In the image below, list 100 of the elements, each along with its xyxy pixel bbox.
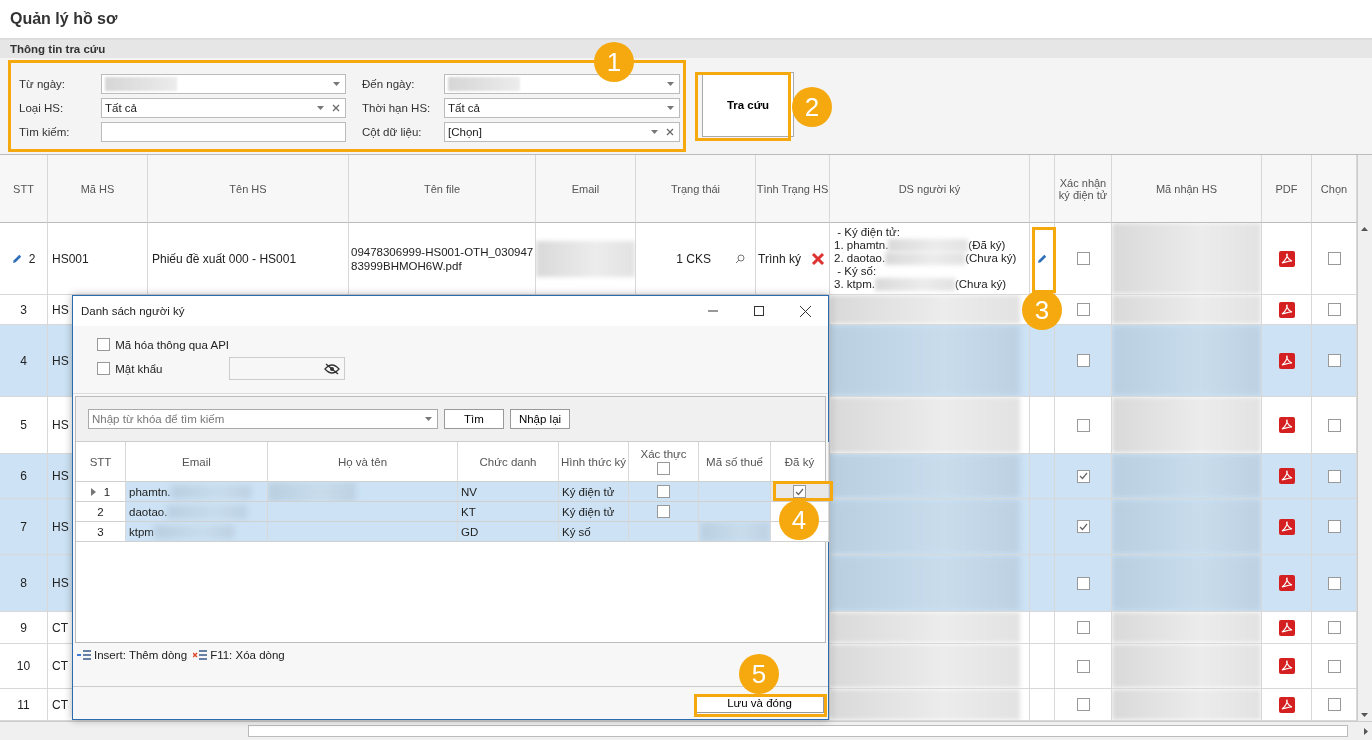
dropdown-field[interactable]	[101, 74, 346, 94]
checkbox[interactable]	[1076, 469, 1090, 483]
dropdown-caret-icon[interactable]	[651, 130, 658, 134]
signer-status: (Đã ký)	[968, 239, 1006, 252]
field-label: Cột dữ liệu:	[362, 126, 423, 138]
column-header[interactable]: Email	[182, 455, 211, 468]
search-icon[interactable]	[735, 253, 745, 264]
column-header[interactable]: Email	[571, 182, 600, 195]
column-header[interactable]: Xác thực	[640, 448, 687, 460]
pencil-icon[interactable]	[11, 253, 23, 264]
search-field[interactable]: Nhập từ khóa để tìm kiếm	[88, 409, 438, 429]
dropdown-caret-icon[interactable]	[317, 106, 324, 110]
search-button[interactable]: Tìm	[444, 409, 504, 429]
checkbox[interactable]	[657, 505, 670, 518]
pdf-icon[interactable]	[1278, 696, 1295, 713]
dropdown-field[interactable]: Tất cả	[444, 98, 680, 118]
pdf-icon[interactable]	[1278, 518, 1295, 535]
table-cell: Phiếu đề xuất 000 - HS001	[152, 251, 297, 266]
checkbox[interactable]	[1076, 621, 1090, 634]
checkbox[interactable]	[657, 485, 670, 498]
column-header[interactable]: STT	[13, 182, 34, 195]
column-header[interactable]: Hình thức ký	[560, 455, 627, 468]
dropdown-field[interactable]: [Chọn]	[444, 122, 680, 142]
checkbox[interactable]	[1327, 252, 1341, 265]
checkbox[interactable]	[1327, 698, 1341, 711]
checkbox[interactable]	[1327, 303, 1341, 316]
checkbox[interactable]	[1327, 520, 1341, 533]
column-header[interactable]: Mã nhận HS	[1155, 182, 1218, 195]
checkbox[interactable]	[1076, 354, 1090, 367]
reset-button[interactable]: Nhập lại	[510, 409, 570, 429]
checkbox[interactable]	[1076, 576, 1090, 590]
column-header[interactable]: Họ và tên	[337, 455, 388, 468]
column-header[interactable]: Chọn	[1320, 182, 1348, 195]
vertical-scrollbar[interactable]	[1357, 155, 1372, 721]
table-cell: Ký điện tử	[562, 485, 615, 498]
shortcut-hint: F11: Xóa dòng	[210, 649, 285, 661]
search-button[interactable]: Tra cứu	[702, 72, 794, 137]
table-row[interactable]: 2 HS001 Phiếu đề xuất 000 - HS001 09478306999-HS001-OTH_03094783999BHMOH6W.pdf 1 CKS Trình ký - Ký điện tử: 1. phamtn. (Đã ký) 2. daotao. (Chưa ký) - Ký số: 3. ktpm. (Chưa ký)	[0, 223, 1357, 295]
password-field[interactable]	[228, 357, 345, 380]
table-cell: HS	[52, 576, 69, 590]
column-header[interactable]: Tên file	[423, 182, 461, 195]
checkbox[interactable]	[1076, 520, 1090, 533]
search-field[interactable]	[101, 122, 346, 142]
clear-icon[interactable]	[666, 128, 674, 136]
column-header[interactable]: Chức danh	[479, 455, 537, 468]
dropdown-caret-icon[interactable]	[333, 82, 340, 86]
table-cell: 1 CKS	[676, 251, 711, 266]
checkbox[interactable]	[1076, 418, 1090, 432]
column-header[interactable]: Mã số thuế	[706, 455, 763, 468]
clear-icon[interactable]	[332, 104, 340, 112]
pdf-icon[interactable]	[1278, 352, 1295, 369]
column-header[interactable]: Đã ký	[784, 455, 815, 468]
signer-name: 2. daotao.	[834, 252, 886, 265]
scrollbar-thumb[interactable]	[248, 725, 1348, 737]
signer-heading: - Ký điện tử:	[836, 226, 900, 239]
pdf-icon[interactable]	[1278, 658, 1295, 674]
table-cell: HS	[52, 302, 69, 317]
delete-icon[interactable]	[811, 251, 825, 266]
dropdown-caret-icon[interactable]	[667, 82, 674, 86]
checkbox[interactable]	[1327, 659, 1341, 673]
checkbox[interactable]	[1327, 621, 1341, 634]
column-header[interactable]: Mã HS	[80, 182, 115, 195]
checkbox[interactable]	[1327, 469, 1341, 483]
dropdown-field[interactable]	[444, 74, 680, 94]
column-header[interactable]: Trạng thái	[670, 182, 721, 195]
column-header[interactable]: Tên HS	[229, 182, 267, 195]
checkbox[interactable]	[1327, 354, 1341, 367]
step-number: 3	[1022, 290, 1062, 330]
pdf-icon[interactable]	[1278, 417, 1295, 433]
horizontal-scrollbar[interactable]	[0, 721, 1372, 740]
dropdown-field[interactable]: Tất cả	[101, 98, 346, 118]
column-header[interactable]: PDF	[1275, 182, 1298, 195]
signer-status: (Chưa ký)	[954, 278, 1007, 291]
checkbox[interactable]	[1076, 698, 1090, 711]
edit-icon[interactable]	[1036, 253, 1048, 264]
dropdown-caret-icon[interactable]	[667, 106, 674, 110]
pdf-icon[interactable]	[1278, 250, 1295, 267]
signer-name: 1. phamtn.	[834, 239, 889, 252]
redacted-blur	[105, 77, 177, 91]
dropdown-caret-icon[interactable]	[425, 417, 432, 421]
checkbox[interactable]	[1327, 576, 1341, 590]
row-number: 9	[20, 620, 27, 635]
row-number: 6	[20, 469, 27, 483]
column-header[interactable]: STT	[89, 455, 112, 468]
column-header[interactable]: Tình Trạng HS	[756, 182, 829, 195]
checkbox[interactable]	[97, 338, 110, 351]
checkbox[interactable]	[1076, 659, 1090, 673]
pdf-icon[interactable]	[1278, 301, 1295, 318]
checkbox[interactable]	[793, 485, 806, 498]
pdf-icon[interactable]	[1278, 619, 1295, 636]
checkbox[interactable]	[97, 362, 110, 375]
select-all-checkbox[interactable]	[657, 462, 670, 475]
checkbox[interactable]	[1327, 418, 1341, 432]
pdf-icon[interactable]	[1278, 575, 1295, 591]
column-header[interactable]: DS người ký	[898, 182, 961, 195]
table-cell: HS	[52, 353, 69, 368]
eye-slash-icon[interactable]	[323, 362, 340, 375]
pdf-icon[interactable]	[1278, 468, 1295, 484]
checkbox[interactable]	[1076, 252, 1090, 265]
checkbox[interactable]	[1076, 303, 1090, 316]
